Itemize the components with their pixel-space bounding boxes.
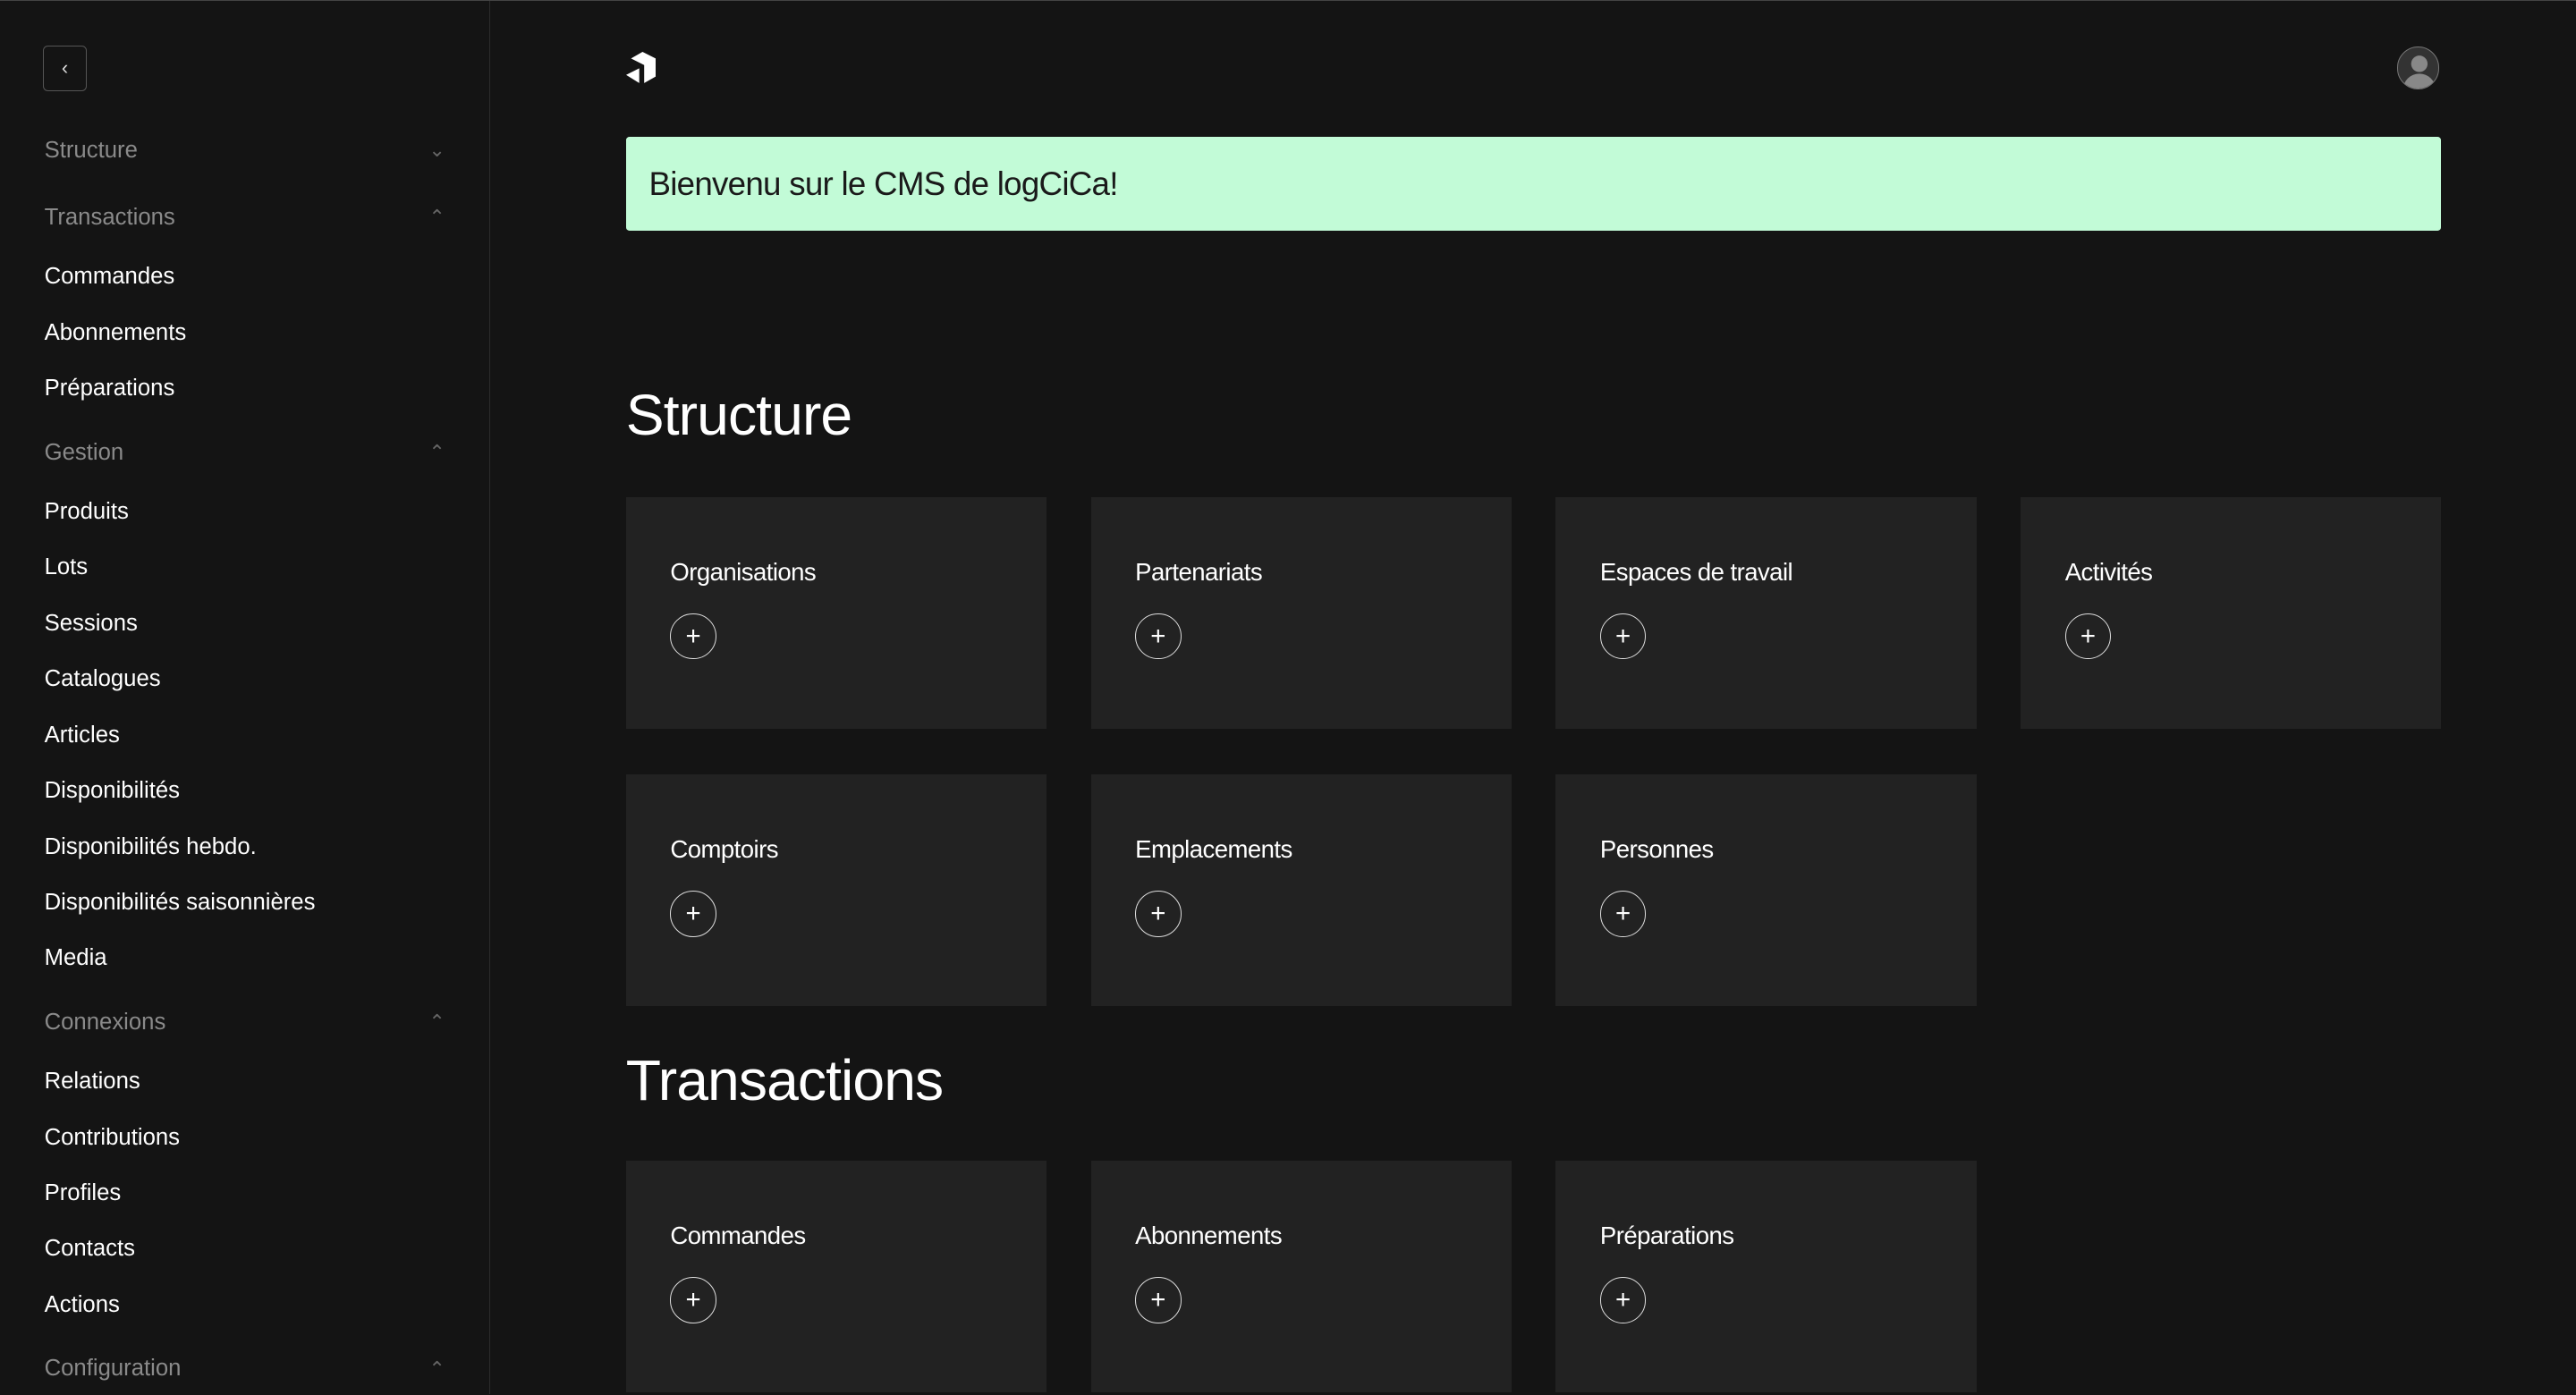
collection-card[interactable]: Abonnements + — [1090, 1160, 1512, 1392]
plus-icon: + — [1150, 899, 1166, 929]
sidebar-group-structure[interactable]: Structure ⌄ — [45, 119, 449, 182]
user-icon — [2402, 55, 2436, 89]
add-button[interactable]: + — [670, 1277, 716, 1323]
add-button[interactable]: + — [1599, 1277, 1647, 1323]
sidebar-item[interactable]: Contributions — [45, 1110, 449, 1165]
sidebar-group-configuration[interactable]: Configuration ⌃ — [45, 1338, 449, 1395]
sidebar: ‹ Structure ⌄ Transactions ⌃ Commandes Abonne… — [0, 1, 491, 1395]
card-title: Abonnements — [1135, 1221, 1283, 1249]
sidebar-nav: Structure ⌄ Transactions ⌃ Commandes Abonneme… — [45, 119, 449, 1394]
add-button[interactable]: + — [670, 891, 716, 937]
add-button[interactable]: + — [1135, 613, 1182, 660]
add-button[interactable]: + — [2064, 613, 2112, 660]
plus-icon: + — [1615, 621, 1631, 651]
collection-card[interactable]: Comptoirs + — [625, 774, 1046, 1007]
card-title: Comptoirs — [670, 835, 778, 864]
add-button[interactable]: + — [670, 613, 716, 660]
sidebar-item[interactable]: Catalogues — [45, 651, 449, 706]
sidebar-item[interactable]: Relations — [45, 1053, 449, 1109]
card-title: Préparations — [1599, 1221, 1734, 1249]
sidebar-item[interactable]: Articles — [45, 707, 449, 763]
collection-card[interactable]: Espaces de travail + — [1555, 496, 1977, 729]
sidebar-item[interactable]: Actions — [45, 1277, 449, 1332]
plus-icon: + — [685, 1284, 701, 1315]
sidebar-item[interactable]: Contacts — [45, 1221, 449, 1276]
plus-icon: + — [1150, 621, 1166, 651]
chevron-left-icon: ‹ — [61, 56, 69, 80]
sidebar-item[interactable]: Commandes — [45, 249, 449, 304]
add-button[interactable]: + — [1135, 1277, 1182, 1323]
sidebar-group-transactions[interactable]: Transactions ⌃ — [45, 187, 449, 249]
sidebar-item[interactable]: Profiles — [45, 1165, 449, 1221]
card-title: Activités — [2064, 557, 2153, 586]
logo-icon — [625, 51, 656, 83]
add-button[interactable]: + — [1135, 891, 1182, 937]
chevron-up-icon: ⌃ — [428, 1010, 445, 1034]
section-title: Structure — [625, 383, 852, 448]
sidebar-item[interactable]: Media — [45, 930, 449, 985]
collection-card[interactable]: Organisations + — [625, 496, 1046, 729]
sidebar-group-label: Connexions — [44, 1009, 166, 1035]
collection-card[interactable]: Préparations + — [1555, 1160, 1977, 1392]
chevron-down-icon: ⌄ — [428, 139, 445, 162]
collection-card[interactable]: Activités + — [2021, 496, 2442, 729]
sidebar-item[interactable]: Abonnements — [45, 305, 449, 360]
plus-icon: + — [1615, 899, 1631, 929]
chevron-up-icon: ⌃ — [428, 1357, 445, 1380]
collection-card[interactable]: Personnes + — [1555, 774, 1977, 1007]
chevron-up-icon: ⌃ — [428, 206, 445, 229]
app: ‹ Structure ⌄ Transactions ⌃ Commandes Abonne… — [0, 0, 2576, 1395]
sidebar-item[interactable]: Sessions — [45, 596, 449, 651]
sidebar-group-gestion[interactable]: Gestion ⌃ — [45, 421, 449, 484]
chevron-up-icon: ⌃ — [428, 441, 445, 463]
user-avatar[interactable] — [2396, 46, 2440, 90]
plus-icon: + — [1615, 1284, 1631, 1315]
card-title: Partenariats — [1135, 557, 1263, 586]
section-title: Transactions — [625, 1047, 944, 1112]
collection-card[interactable]: Partenariats + — [1090, 496, 1512, 729]
sidebar-item[interactable]: Lots — [45, 539, 449, 595]
sidebar-group-label: Configuration — [44, 1356, 182, 1382]
card-title: Commandes — [670, 1221, 806, 1249]
card-title: Espaces de travail — [1599, 557, 1793, 586]
collapse-sidebar-button[interactable]: ‹ — [42, 45, 88, 91]
welcome-banner: Bienvenu sur le CMS de logCiCa! — [625, 137, 2442, 232]
sidebar-group-label: Transactions — [44, 204, 175, 230]
sidebar-group-label: Gestion — [44, 439, 124, 465]
plus-icon: + — [685, 621, 701, 651]
add-button[interactable]: + — [1599, 891, 1647, 937]
plus-icon: + — [2080, 621, 2096, 651]
card-title: Emplacements — [1135, 835, 1292, 864]
plus-icon: + — [685, 899, 701, 929]
collection-card[interactable]: Emplacements + — [1090, 774, 1512, 1007]
sidebar-item[interactable]: Disponibilités — [45, 763, 449, 818]
sidebar-group-connexions[interactable]: Connexions ⌃ — [45, 991, 449, 1053]
sidebar-item[interactable]: Produits — [45, 484, 449, 539]
sidebar-group-label: Structure — [44, 137, 138, 163]
sidebar-item[interactable]: Préparations — [45, 360, 449, 416]
card-title: Personnes — [1599, 835, 1714, 864]
add-button[interactable]: + — [1599, 613, 1647, 660]
main-content: Bienvenu sur le CMS de logCiCa! Structur… — [491, 1, 2576, 1394]
sidebar-item[interactable]: Disponibilités hebdo. — [45, 819, 449, 875]
sidebar-item[interactable]: Disponibilités saisonnières — [45, 875, 449, 930]
card-title: Organisations — [670, 557, 817, 586]
collection-card[interactable]: Commandes + — [625, 1160, 1046, 1392]
plus-icon: + — [1150, 1284, 1166, 1315]
